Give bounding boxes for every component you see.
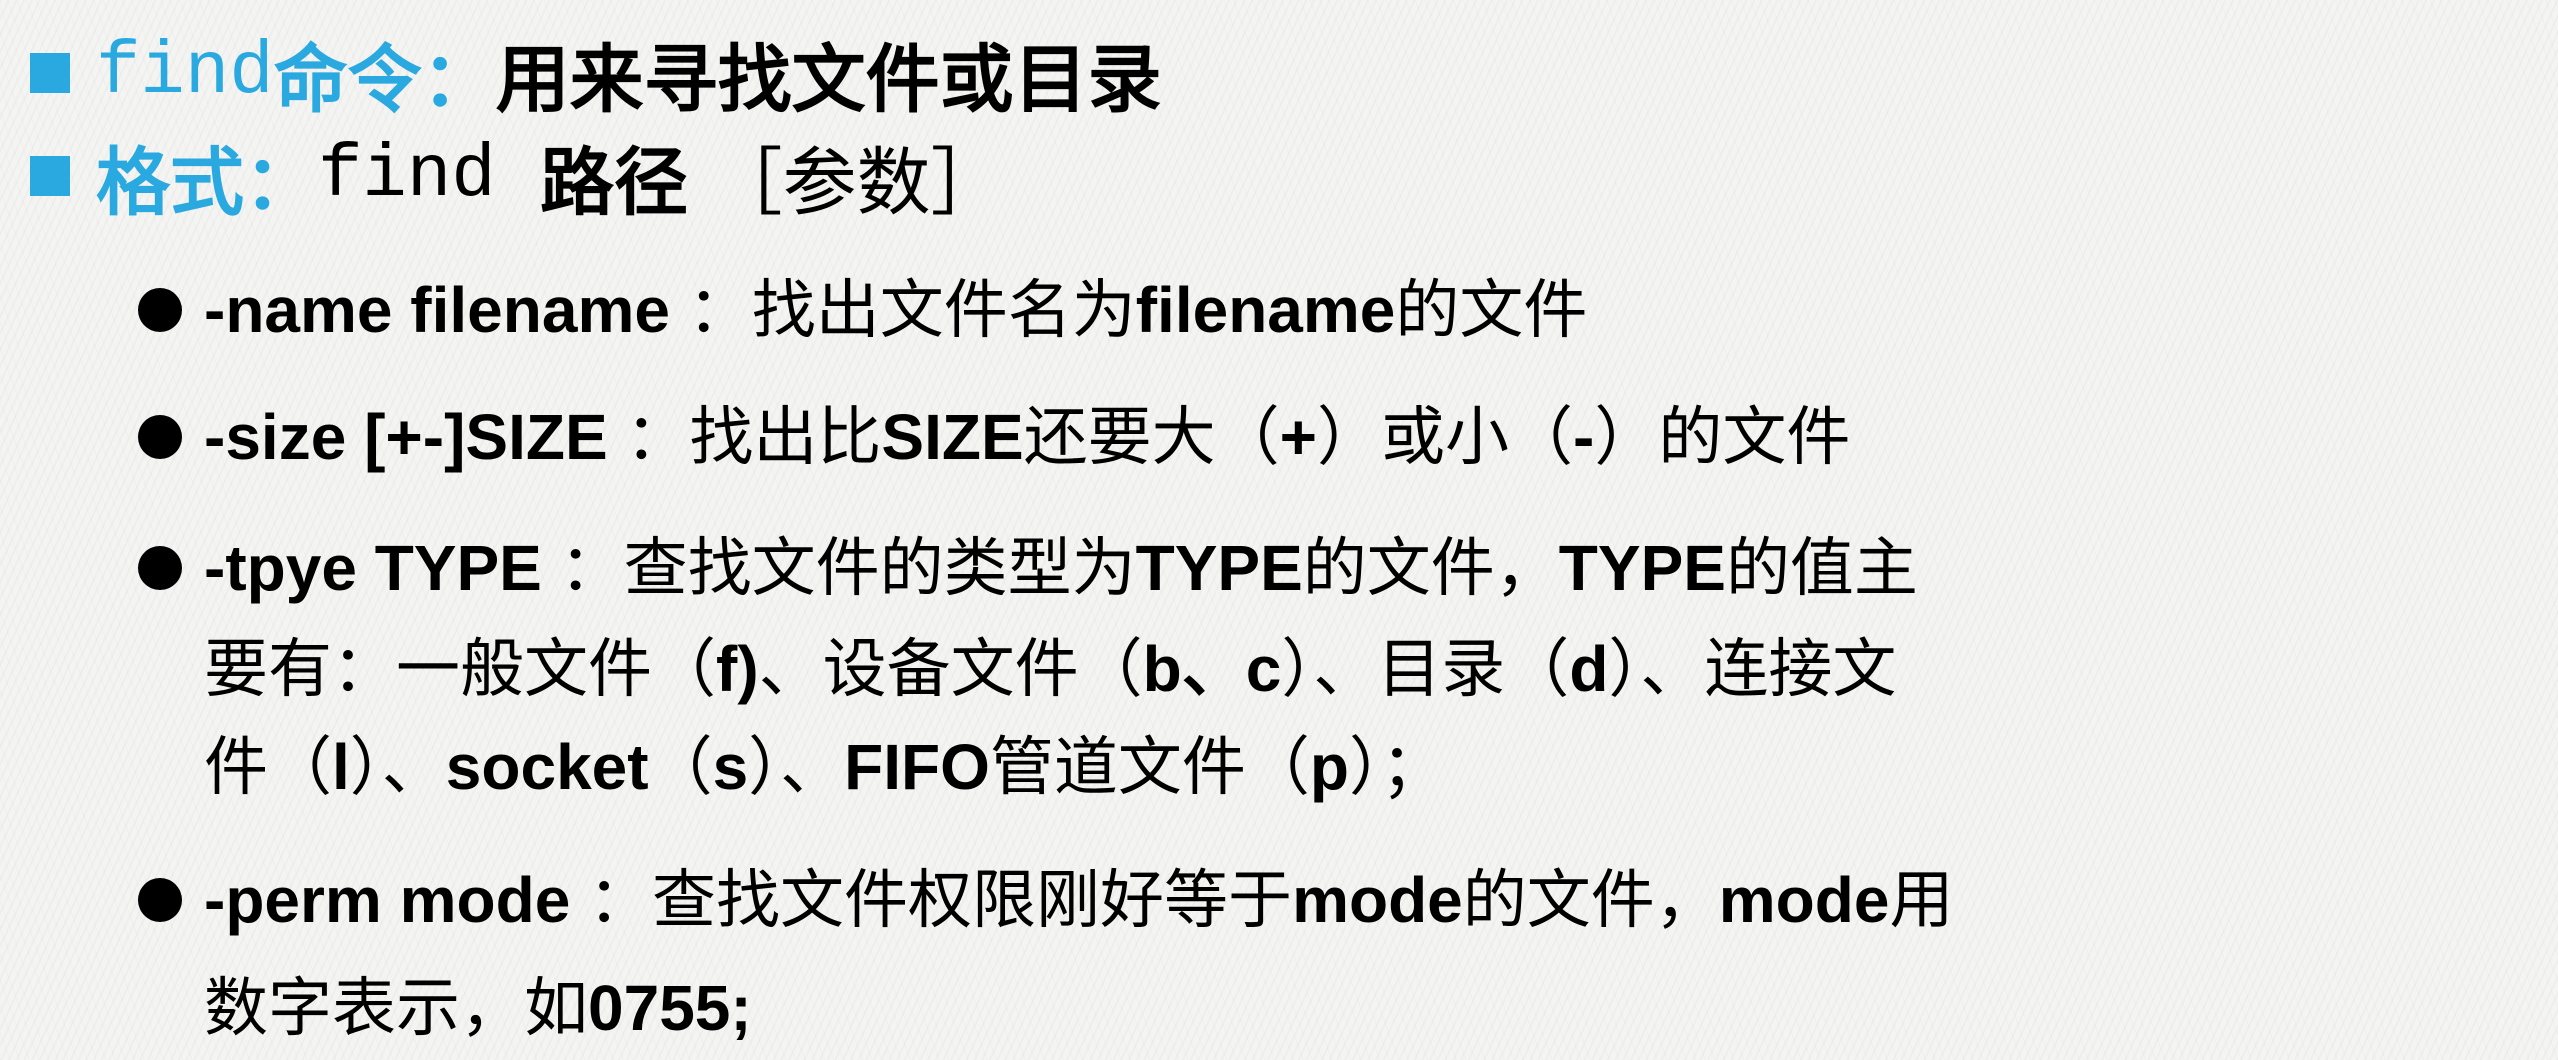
option-text: ）、 bbox=[748, 731, 845, 803]
option-text: 数字表示，如 bbox=[204, 972, 588, 1044]
option-text: 的文件， bbox=[1302, 532, 1559, 604]
round-bullet-icon bbox=[138, 288, 182, 332]
option-text: （ bbox=[648, 731, 713, 803]
round-bullet-icon bbox=[138, 878, 182, 922]
heading-description: 用来寻找文件或目录 bbox=[495, 37, 1162, 121]
heading-format: 格式： find 路径 ［参数］ bbox=[30, 126, 1005, 226]
option-keyword: b、c bbox=[1142, 633, 1282, 705]
option-keyword: -name filename bbox=[204, 274, 670, 346]
option-keyword: s bbox=[712, 731, 749, 803]
option-text: ）、目录（ bbox=[1281, 633, 1570, 705]
option-keyword: TYPE bbox=[1135, 532, 1303, 604]
option-keyword: SIZE bbox=[881, 401, 1024, 473]
option-keyword: l bbox=[332, 731, 350, 803]
option-text: 管道文件（ bbox=[989, 731, 1310, 803]
heading-cmd-suffix: 命令： bbox=[273, 37, 496, 121]
format-label: 格式： bbox=[96, 140, 318, 224]
option-text: ）、 bbox=[349, 731, 446, 803]
option-keyword: d bbox=[1569, 633, 1609, 705]
round-bullet-icon bbox=[138, 415, 182, 459]
option-text: 、设备文件（ bbox=[758, 633, 1143, 705]
format-params: ［参数］ bbox=[708, 140, 1005, 224]
heading-find-command: find 命令： 用来寻找文件或目录 bbox=[30, 23, 1162, 123]
option-keyword: -size [+-]SIZE bbox=[204, 401, 608, 473]
option-keyword: -perm mode bbox=[204, 864, 571, 936]
option-text: ：查找文件权限刚好等于 bbox=[570, 864, 1293, 936]
format-cmd: find bbox=[318, 134, 541, 218]
option-text: ：找出文件名为 bbox=[669, 274, 1136, 346]
option-line: 数字表示，如0755; bbox=[204, 958, 752, 1058]
option-text: 件（ bbox=[204, 731, 332, 803]
option-keyword: 0755; bbox=[588, 972, 752, 1044]
option-text: ）或小（ bbox=[1317, 401, 1574, 473]
option-line: -tpye TYPE ：查找文件的类型为TYPE的文件，TYPE的值主 bbox=[204, 518, 1918, 618]
option-line: 要有：一般文件（f)、设备文件（b、c）、目录（d）、连接文 bbox=[204, 619, 1896, 719]
option-text: 还要大（ bbox=[1023, 401, 1280, 473]
option-keyword: mode bbox=[1718, 864, 1890, 936]
option-keyword: filename bbox=[1135, 274, 1396, 346]
option-text: ）的文件 bbox=[1594, 401, 1851, 473]
option-text: 要有：一般文件（ bbox=[204, 633, 716, 705]
option-keyword: p bbox=[1309, 731, 1349, 803]
option-keyword: mode bbox=[1292, 864, 1463, 936]
heading-cmd: find bbox=[96, 31, 274, 115]
option-text: 用 bbox=[1889, 864, 1954, 936]
option-keyword: + bbox=[1279, 401, 1318, 473]
option-keyword: TYPE bbox=[1558, 532, 1726, 604]
option-keyword: socket bbox=[445, 731, 649, 803]
square-bullet-icon bbox=[30, 156, 70, 196]
option-text: ：查找文件的类型为 bbox=[541, 532, 1136, 604]
square-bullet-icon bbox=[30, 53, 70, 93]
option-text: ）、连接文 bbox=[1608, 633, 1897, 705]
option-keyword: FIFO bbox=[844, 731, 990, 803]
option-keyword: f) bbox=[716, 633, 759, 705]
option-text: 的文件 bbox=[1395, 274, 1588, 346]
round-bullet-icon bbox=[138, 546, 182, 590]
option-keyword: -tpye TYPE bbox=[204, 532, 542, 604]
option-line: -name filename ：找出文件名为filename的文件 bbox=[204, 260, 1587, 360]
format-path: 路径 bbox=[540, 140, 709, 224]
option-keyword: - bbox=[1573, 401, 1595, 473]
option-text: ）； bbox=[1349, 731, 1445, 803]
option-line: 件（l）、socket（s）、FIFO管道文件（p）； bbox=[204, 717, 1445, 817]
option-text: 的文件， bbox=[1462, 864, 1719, 936]
option-text: 的值主 bbox=[1725, 532, 1918, 604]
option-line: -size [+-]SIZE ：找出比SIZE还要大（+）或小（-）的文件 bbox=[204, 387, 1850, 487]
option-text: ：找出比 bbox=[607, 401, 882, 473]
option-line: -perm mode ：查找文件权限刚好等于mode的文件，mode用 bbox=[204, 850, 1953, 950]
